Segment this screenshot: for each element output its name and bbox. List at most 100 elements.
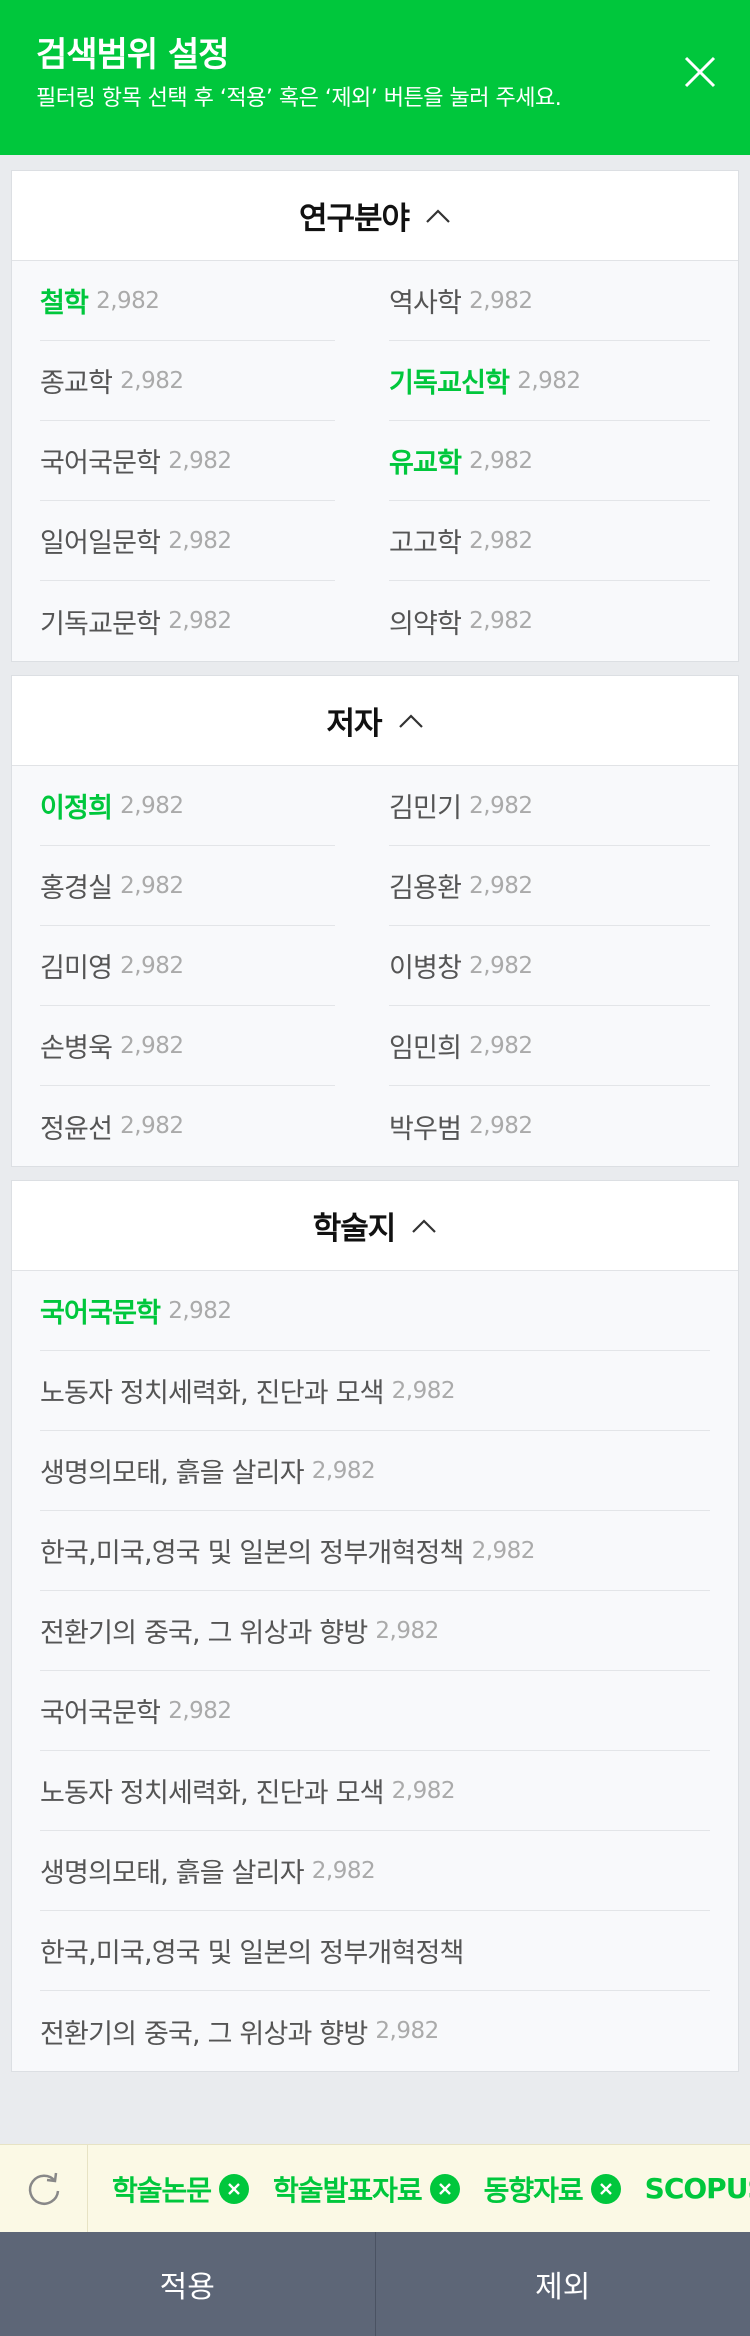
page-title: 검색범위 설정 [36, 35, 230, 75]
filter-option[interactable]: 생명의모태, 흙을 살리자 2,982 [40, 1831, 710, 1911]
filter-option-label: 노동자 정치세력화, 진단과 모색 [40, 1378, 384, 1409]
filter-option[interactable]: 홍경실 2,982 [40, 846, 335, 926]
filter-option[interactable]: 한국,미국,영국 및 일본의 정부개혁정책 2,982 [40, 1511, 710, 1591]
filter-option-label: 이병창 [389, 953, 462, 984]
filter-option-count: 2,982 [311, 1457, 376, 1484]
filter-option[interactable]: 일어일문학 2,982 [40, 501, 335, 581]
filter-item: 홍경실 2,982 [40, 846, 375, 926]
filter-option[interactable]: 기독교신학 2,982 [389, 341, 710, 421]
remove-circle-icon[interactable] [219, 2173, 250, 2204]
filter-chip-label: 동향자료 [483, 2173, 584, 2207]
filter-option-count: 2,982 [168, 608, 232, 634]
filter-item: 유교학 2,982 [375, 421, 710, 501]
filter-option-label: 임민희 [389, 1033, 462, 1064]
filter-option-label: 생명의모태, 흙을 살리자 [40, 1458, 305, 1489]
apply-button[interactable]: 적용 [0, 2232, 375, 2336]
filter-option[interactable]: 임민희 2,982 [389, 1006, 710, 1086]
filter-option-count: 2,982 [469, 527, 533, 554]
filter-item: 철학 2,982 [40, 261, 375, 341]
filter-option[interactable]: 전환기의 중국, 그 위상과 향방 2,982 [40, 1591, 710, 1671]
section-header[interactable]: 연구분야 [12, 171, 738, 261]
filter-option[interactable]: 국어국문학 2,982 [40, 421, 335, 501]
filter-option[interactable]: 손병욱 2,982 [40, 1006, 335, 1086]
close-button[interactable] [682, 54, 718, 90]
filter-option[interactable]: 한국,미국,영국 및 일본의 정부개혁정책 [40, 1911, 710, 1991]
filter-option-label: 전환기의 중국, 그 위상과 향방 [40, 1618, 368, 1649]
filter-option[interactable]: 김민기 2,982 [389, 766, 710, 846]
filter-option[interactable]: 김용환 2,982 [389, 846, 710, 926]
section-items: 철학 2,982 역사학 2,982 종교학 2,982 기독교신학 2,982 국어국문학 2,… [12, 261, 738, 661]
filter-option[interactable]: 고고학 2,982 [389, 501, 710, 581]
chevron-up-icon [412, 1218, 437, 1233]
filter-item: 김민기 2,982 [375, 766, 710, 846]
filter-item: 김용환 2,982 [375, 846, 710, 926]
filter-option-count: 2,982 [391, 1377, 456, 1404]
section-header[interactable]: 학술지 [12, 1181, 738, 1271]
filter-item: 국어국문학 2,982 [40, 1671, 710, 1751]
filter-item: 종교학 2,982 [40, 341, 375, 421]
section-header[interactable]: 저자 [12, 676, 738, 766]
filter-option[interactable]: 철학 2,982 [40, 261, 335, 341]
filter-chip-label: SCOPUS [644, 2172, 750, 2205]
filter-option-label: 일어일문학 [40, 528, 161, 559]
filter-section: 연구분야 철학 2,982 역사학 2,982 종교학 2,982 기독교신학 2,982 국어국… [11, 170, 739, 662]
filter-option[interactable]: 정윤선 2,982 [40, 1086, 335, 1166]
section-items: 국어국문학 2,982 노동자 정치세력화, 진단과 모색 2,982 생명의모태, 흙… [12, 1271, 738, 2071]
filter-option[interactable]: 노동자 정치세력화, 진단과 모색 2,982 [40, 1751, 710, 1831]
filter-option[interactable]: 전환기의 중국, 그 위상과 향방 2,982 [40, 1991, 710, 2071]
filter-option-count: 2,982 [469, 287, 533, 314]
filter-sections: 연구분야 철학 2,982 역사학 2,982 종교학 2,982 기독교신학 2,982 국어국… [11, 170, 739, 2085]
filter-option[interactable]: 박우범 2,982 [389, 1086, 710, 1166]
filter-item: 고고학 2,982 [375, 501, 710, 581]
filter-option-label: 이정희 [40, 793, 113, 824]
filter-option[interactable]: 종교학 2,982 [40, 341, 335, 421]
remove-circle-icon[interactable] [429, 2173, 460, 2204]
filter-option-label: 전환기의 중국, 그 위상과 향방 [40, 2018, 368, 2050]
filter-option-count: 2,982 [96, 287, 160, 314]
section-title: 학술지 [312, 1211, 397, 1247]
filter-option[interactable]: 이병창 2,982 [389, 926, 710, 1006]
filter-option[interactable]: 김미영 2,982 [40, 926, 335, 1006]
exclude-button[interactable]: 제외 [374, 2232, 750, 2336]
filter-item: 한국,미국,영국 및 일본의 정부개혁정책 2,982 [40, 1511, 710, 1591]
filter-option-label: 의약학 [389, 608, 462, 640]
filter-option-label: 김민기 [389, 793, 462, 824]
filter-item: 박우범 2,982 [375, 1086, 710, 1166]
filter-option-label: 국어국문학 [40, 448, 161, 479]
filter-option[interactable]: 국어국문학 2,982 [40, 1671, 710, 1751]
section-title: 저자 [326, 706, 382, 742]
filter-item: 노동자 정치세력화, 진단과 모색 2,982 [40, 1351, 710, 1431]
filter-chip[interactable]: 동향자료 [484, 2169, 621, 2209]
filter-option[interactable]: 의약학 2,982 [389, 581, 710, 661]
filter-item: 전환기의 중국, 그 위상과 향방 2,982 [40, 1991, 710, 2071]
remove-circle-icon[interactable] [590, 2173, 621, 2204]
filter-option-label: 유교학 [389, 448, 462, 479]
filter-option-count: 2,982 [375, 1617, 439, 1644]
filter-option[interactable]: 생명의모태, 흙을 살리자 2,982 [40, 1431, 710, 1511]
filter-option-count: 2,982 [469, 608, 533, 634]
reset-button[interactable] [0, 2145, 88, 2232]
filter-item: 정윤선 2,982 [40, 1086, 375, 1166]
filter-chip[interactable]: SCOPUS [645, 2172, 750, 2205]
filter-option-count: 2,982 [168, 447, 232, 474]
filter-option[interactable]: 유교학 2,982 [389, 421, 710, 501]
filter-option-label: 기독교문학 [40, 608, 161, 640]
filter-option[interactable]: 국어국문학 2,982 [40, 1271, 710, 1351]
filter-option-count: 2,982 [120, 872, 184, 899]
filter-option-label: 국어국문학 [40, 1298, 161, 1329]
filter-option-count: 2,982 [375, 2018, 439, 2044]
filter-option[interactable]: 노동자 정치세력화, 진단과 모색 2,982 [40, 1351, 710, 1431]
filter-option-count: 2,982 [311, 1857, 376, 1884]
filter-option-count: 2,982 [469, 1032, 533, 1059]
filter-option-count: 2,982 [120, 1113, 184, 1139]
filter-option-count: 2,982 [168, 1697, 232, 1724]
filter-item: 이정희 2,982 [40, 766, 375, 846]
filter-option-label: 김미영 [40, 953, 113, 984]
filter-option[interactable]: 역사학 2,982 [389, 261, 710, 341]
filter-chip[interactable]: 학술논문 [112, 2169, 250, 2209]
filter-option[interactable]: 기독교문학 2,982 [40, 581, 335, 661]
filter-option-label: 고고학 [389, 528, 462, 559]
refresh-icon [28, 2172, 59, 2205]
filter-option[interactable]: 이정희 2,982 [40, 766, 335, 846]
filter-chip[interactable]: 학술발표자료 [273, 2169, 460, 2209]
